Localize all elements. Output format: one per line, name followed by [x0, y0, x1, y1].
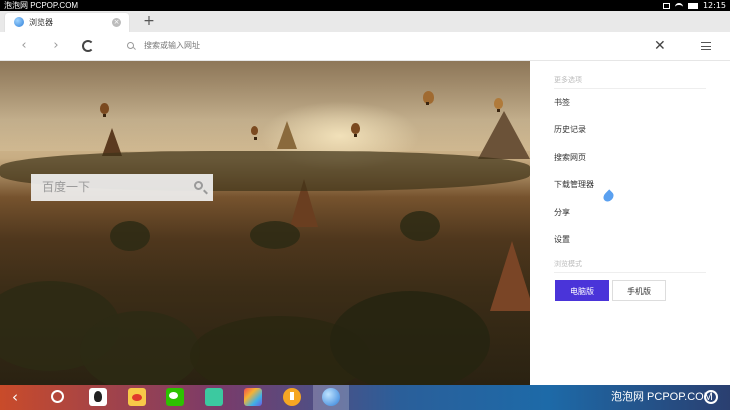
- tree-cluster: [400, 211, 440, 241]
- search-icon: [127, 42, 134, 49]
- balloon-image: [100, 103, 109, 117]
- close-page-button[interactable]: ✕: [654, 37, 666, 55]
- vibrate-icon: [662, 2, 670, 9]
- wechat-icon[interactable]: [166, 388, 184, 406]
- page-search-box[interactable]: 百度一下: [31, 174, 213, 201]
- balloon-image: [251, 126, 258, 140]
- desktop-mode-button[interactable]: 电脑版: [555, 280, 609, 301]
- weibo-icon[interactable]: [128, 388, 146, 406]
- touch-cursor-icon: [601, 189, 616, 204]
- tree-cluster: [250, 221, 300, 249]
- status-icons: 12:15: [662, 0, 726, 11]
- menu-item-search-page[interactable]: 搜索网页: [554, 152, 586, 163]
- status-watermark: 泡泡网 PCPOP.COM: [4, 1, 79, 10]
- menu-item-share[interactable]: 分享: [554, 207, 570, 218]
- qq-icon[interactable]: [89, 388, 107, 406]
- gallery-icon[interactable]: [244, 388, 262, 406]
- tab-bar: 浏览器 × +: [0, 11, 730, 32]
- tab-title: 浏览器: [29, 18, 53, 27]
- mobile-mode-button[interactable]: 手机版: [612, 280, 666, 301]
- menu-item-settings[interactable]: 设置: [554, 234, 570, 245]
- temple-image: [490, 241, 530, 311]
- menu-item-download-manager[interactable]: 下载管理器: [554, 179, 594, 190]
- reload-icon[interactable]: [82, 40, 94, 52]
- page-search-placeholder: 百度一下: [42, 180, 91, 194]
- url-input[interactable]: 搜索或输入网址: [144, 32, 200, 60]
- menu-section-title: 更多选项: [554, 76, 582, 84]
- wifi-icon: [674, 2, 683, 9]
- page-content: 百度一下: [0, 61, 530, 385]
- toolbar: ‹ › 搜索或输入网址 ✕: [0, 32, 730, 61]
- download-icon[interactable]: [283, 388, 301, 406]
- temple-image: [277, 121, 297, 149]
- tree-cluster: [330, 291, 490, 385]
- menu-icon[interactable]: [701, 42, 711, 50]
- browser-icon[interactable]: [322, 388, 340, 406]
- balloon-image: [423, 91, 434, 105]
- menu-item-history[interactable]: 历史记录: [554, 124, 586, 135]
- search-icon[interactable]: [194, 181, 203, 190]
- battery-icon: [687, 2, 698, 9]
- files-icon[interactable]: [205, 388, 223, 406]
- divider: [554, 272, 706, 273]
- tree-cluster: [80, 311, 200, 385]
- forward-button[interactable]: ›: [48, 38, 64, 54]
- menu-panel: 更多选项 书签 历史记录 搜索网页 下载管理器 分享 设置 浏览模式 电脑版 手…: [530, 61, 730, 385]
- new-tab-button[interactable]: +: [141, 13, 157, 29]
- tab-close-icon[interactable]: ×: [112, 18, 121, 27]
- tab-browser[interactable]: 浏览器 ×: [5, 13, 129, 32]
- divider: [554, 88, 706, 89]
- back-button[interactable]: ‹: [16, 38, 32, 54]
- menu-item-bookmarks[interactable]: 书签: [554, 97, 570, 108]
- globe-icon: [14, 17, 24, 27]
- status-bar: 泡泡网 PCPOP.COM 12:15: [0, 0, 730, 11]
- system-tray-icon[interactable]: [704, 390, 718, 404]
- status-time: 12:15: [702, 1, 726, 10]
- balloon-image: [351, 123, 360, 137]
- tree-cluster: [110, 221, 150, 251]
- back-icon[interactable]: ‹: [12, 389, 28, 405]
- mode-section-title: 浏览模式: [554, 260, 582, 268]
- balloon-image: [494, 98, 503, 112]
- temple-image: [478, 111, 530, 159]
- taskbar-watermark: 泡泡网 PCPOP.COM: [611, 391, 713, 403]
- home-icon[interactable]: [51, 390, 64, 403]
- taskbar: ‹ 泡泡网 PCPOP.COM: [0, 385, 730, 410]
